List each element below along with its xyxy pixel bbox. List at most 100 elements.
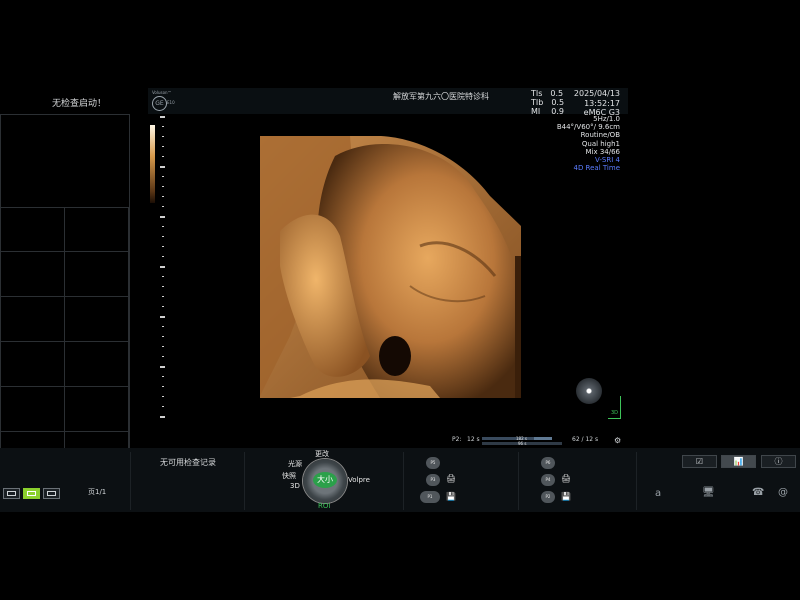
knob-roi-label[interactable]: ROI xyxy=(318,502,330,510)
preset-p2-button[interactable]: P2 xyxy=(541,491,555,503)
printer-icon[interactable]: 🖨 xyxy=(446,474,457,483)
index-label: TIs xyxy=(531,89,543,98)
ruler-tick xyxy=(162,346,164,347)
param-line: Qual high1 xyxy=(581,139,620,148)
cine-loop-bar[interactable]: P2: 12 s 182 s 96 s 62 / 12 s xyxy=(452,436,627,448)
ruler-tick xyxy=(162,206,164,207)
3d-axis-indicator: 3D xyxy=(600,396,622,420)
ruler-tick xyxy=(162,396,164,397)
knob-center-button[interactable]: 大小 xyxy=(313,472,337,488)
ruler-tick xyxy=(162,196,164,197)
ruler-tick xyxy=(162,336,164,337)
orientation-marker-icon[interactable] xyxy=(576,378,602,404)
ruler-tick xyxy=(160,216,165,218)
thumbnail-slot[interactable] xyxy=(1,207,65,252)
knob-light-label[interactable]: 光源 xyxy=(288,459,302,469)
preset-p4-button[interactable]: P4 xyxy=(541,474,555,486)
date-text: 2025/04/13 xyxy=(573,89,620,98)
thumbnail-slot[interactable] xyxy=(1,342,65,387)
ruler-tick xyxy=(160,166,165,168)
ruler-tick xyxy=(162,286,164,287)
knob-change-label[interactable]: 更改 xyxy=(315,449,329,459)
logo-tag: Voluson™ xyxy=(152,90,172,95)
ruler-tick xyxy=(160,316,165,318)
knob-snapshot-label[interactable]: 快照 xyxy=(282,471,296,481)
cine-value: 12 s xyxy=(467,436,480,443)
param-line: Mix 34/66 xyxy=(585,147,620,156)
no-exam-record-text: 无可用检查记录 xyxy=(160,458,216,467)
ruler-tick xyxy=(162,136,164,137)
index-value: 0.5 xyxy=(551,98,565,107)
param-line-highlight: 4D Real Time xyxy=(573,164,620,173)
thumbnail-slot[interactable] xyxy=(1,297,65,342)
axis-label: 3D xyxy=(611,410,619,416)
preset-p5-button[interactable]: P5 xyxy=(426,457,440,469)
cine-label: P2: xyxy=(452,436,462,443)
index-label: TIb xyxy=(531,98,544,107)
thermal-indices: TIs 0.5 TIb 0.5 MI 0.9 xyxy=(531,89,564,116)
ruler-tick xyxy=(162,376,164,377)
info-tab[interactable]: ⓘ xyxy=(761,455,796,468)
index-label: MI xyxy=(531,107,541,116)
date-time: 2025/04/13 13:52:17 eM6C G3 xyxy=(572,89,620,118)
ruler-tick xyxy=(162,246,164,247)
ruler-tick xyxy=(162,406,164,407)
ruler-tick xyxy=(162,146,164,147)
export-disk-icon[interactable]: 💾 xyxy=(561,492,571,501)
thumbnail-slot[interactable] xyxy=(65,387,129,432)
page-indicator: 页1/1 xyxy=(88,488,107,496)
single-view-button[interactable] xyxy=(3,488,20,499)
ruler-tick xyxy=(160,116,165,118)
knob-3d-label[interactable]: 3D xyxy=(290,482,300,490)
preset-p3-button[interactable]: P3 xyxy=(426,474,440,486)
thumbnail-slot[interactable] xyxy=(1,252,65,297)
ruler-tick xyxy=(162,356,164,357)
thumbnail-grid xyxy=(0,114,130,478)
checklist-tab[interactable]: ☑ xyxy=(682,455,717,468)
fetal-3d-render xyxy=(260,136,521,398)
thumbnail-slot-main[interactable] xyxy=(1,115,129,208)
chart-tab[interactable]: 📊 xyxy=(721,455,756,468)
ruler-tick xyxy=(160,266,165,268)
param-line: 5Hz/1.0 xyxy=(593,115,620,123)
multi-grid-view-button[interactable] xyxy=(43,488,60,499)
preset-p6-button[interactable]: P6 xyxy=(541,457,555,469)
ruler-tick xyxy=(160,366,165,368)
thumbnail-slot[interactable] xyxy=(65,297,129,342)
ruler-tick xyxy=(162,126,164,127)
cine-mid-bottom: 96 s xyxy=(518,441,527,446)
ruler-tick xyxy=(162,326,164,327)
ruler-tick xyxy=(162,226,164,227)
ruler-tick xyxy=(160,416,165,418)
ruler-tick xyxy=(162,386,164,387)
control-panel xyxy=(0,448,800,512)
network-monitor-icon[interactable]: 🖥 xyxy=(702,487,715,498)
preset-p1-button[interactable]: P1 xyxy=(420,491,440,503)
report-printer-icon[interactable]: 🖨 xyxy=(561,474,572,483)
phone-icon[interactable]: ☎ xyxy=(752,487,764,498)
hospital-name: 解放军第九六〇医院特诊科 xyxy=(393,92,489,101)
cine-progress xyxy=(534,437,552,440)
ruler-tick xyxy=(162,296,164,297)
knob-volpre-label[interactable]: Volpre xyxy=(348,476,370,484)
keyboard-a-icon[interactable]: a xyxy=(655,488,661,499)
settings-gear-icon[interactable]: ⚙ xyxy=(614,436,623,445)
email-icon[interactable]: @ xyxy=(778,487,788,498)
greyscale-map-bar xyxy=(150,125,155,203)
depth-ruler xyxy=(158,116,168,424)
thumbnail-slot[interactable] xyxy=(65,342,129,387)
ruler-tick xyxy=(162,156,164,157)
ge-logo-icon: GE xyxy=(152,96,167,111)
ruler-tick xyxy=(162,306,164,307)
index-value: 0.5 xyxy=(550,89,564,98)
param-line-highlight: V-SRI 4 xyxy=(595,156,620,165)
param-line: Routine/OB xyxy=(580,131,620,140)
thumbnail-slot[interactable] xyxy=(1,387,65,432)
thumbnail-slot[interactable] xyxy=(65,252,129,297)
ruler-tick xyxy=(162,276,164,277)
save-disk-icon[interactable]: 💾 xyxy=(446,492,456,501)
ruler-tick xyxy=(162,186,164,187)
grid-view-button[interactable] xyxy=(23,488,40,499)
thumbnail-slot[interactable] xyxy=(65,207,129,252)
ruler-tick xyxy=(162,176,164,177)
